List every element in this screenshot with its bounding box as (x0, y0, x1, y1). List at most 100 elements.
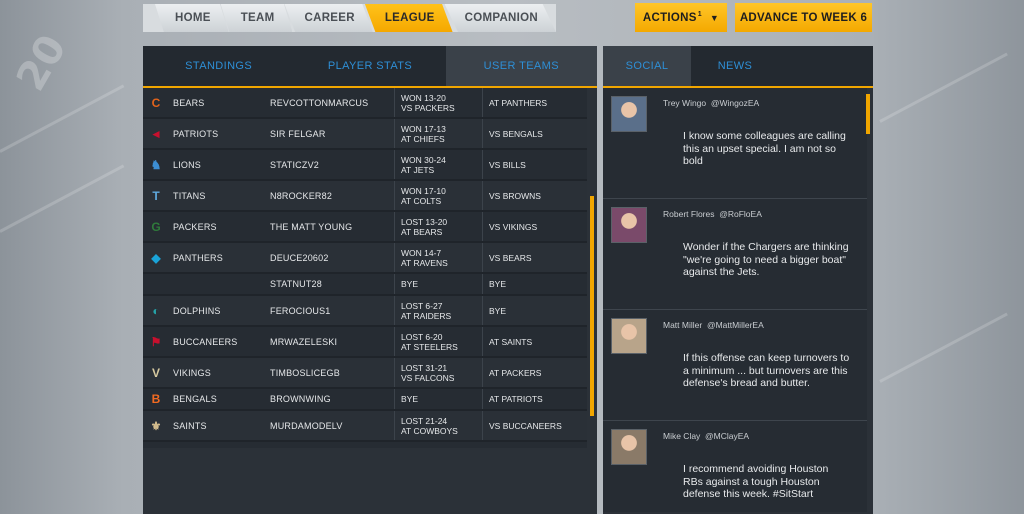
table-row[interactable]: ⚑ BUCCANEERS MRWAZELESKI LOST 6-20 AT STEELE… (143, 327, 587, 358)
social-post[interactable]: Trey Wingo @WingozEA I know some colleagu… (603, 88, 867, 199)
last-game-result: WON 17-10 (401, 185, 446, 196)
avatar (611, 318, 647, 354)
table-row[interactable]: ♞ LIONS STATICZV2 WON 30-24 AT JETS VS BILLS (143, 150, 587, 181)
next-game: VS VIKINGS (482, 212, 587, 241)
table-row[interactable]: V VIKINGS TIMBOSLICEGB LOST 31-21 VS FALCONS… (143, 358, 587, 389)
nav-tab-career[interactable]: CAREER (284, 4, 373, 32)
user-name: STATICZV2 (270, 159, 319, 170)
team-logo-icon: G (151, 219, 161, 234)
last-game-result: BYE (401, 279, 419, 289)
team-logo-icon: ◐ (152, 303, 160, 318)
next-game: AT SAINTS (482, 327, 587, 356)
actions-badge: 1 (697, 11, 702, 18)
team-logo-icon: ◆ (151, 250, 161, 265)
last-game-opponent: AT BEARS (401, 226, 443, 237)
post-text: I know some colleagues are calling this … (683, 130, 846, 167)
next-game: AT PATRIOTS (482, 389, 587, 409)
user-name: STATNUT28 (270, 279, 322, 289)
post-author: Robert Flores @RoFloEA (663, 209, 762, 219)
actions-button[interactable]: ACTIONS 1 ▼ (635, 3, 727, 32)
social-post[interactable]: Matt Miller @MattMillerEA If this offense… (603, 310, 867, 421)
feed-scrollbar[interactable] (866, 94, 870, 134)
post-author: Mike Clay @MClayEA (663, 431, 749, 441)
nav-tab-team[interactable]: TEAM (220, 4, 293, 32)
last-game-opponent: AT RAIDERS (401, 310, 452, 321)
last-game: WON 13-20 VS PACKERS (394, 88, 482, 117)
team-name: BENGALS (173, 394, 217, 404)
last-game-opponent: AT COLTS (401, 195, 442, 206)
table-row[interactable]: ◄ PATRIOTS SIR FELGAR WON 17-13 AT CHIEFS VS … (143, 119, 587, 150)
user-name: MRWAZELESKI (270, 336, 338, 347)
table-scrollbar[interactable] (590, 196, 594, 416)
user-name: N8ROCKER82 (270, 190, 333, 201)
table-row[interactable]: ◐ DOLPHINS FEROCIOUS1 LOST 6-27 AT RAIDERS BY… (143, 296, 587, 327)
team-name: TITANS (173, 190, 206, 201)
next-game: VS BENGALS (482, 119, 587, 148)
table-row[interactable]: C BEARS REVCOTTONMARCUS WON 13-20 VS PACKERS… (143, 88, 587, 119)
post-author: Matt Miller @MattMillerEA (663, 320, 764, 330)
team-logo-icon: ⚜ (150, 418, 162, 433)
table-row[interactable]: STATNUT28 BYE BYE (143, 274, 587, 296)
team-logo-icon: T (152, 188, 160, 203)
tab-standings[interactable]: STANDINGS (143, 46, 294, 86)
author-name: Mike Clay (663, 431, 701, 441)
tab-user-teams[interactable]: USER TEAMS (445, 46, 597, 86)
user-name: REVCOTTONMARCUS (270, 97, 369, 108)
last-game: LOST 6-20 AT STEELERS (394, 327, 482, 356)
next-game: VS BEARS (482, 243, 587, 272)
next-game: VS BUCCANEERS (482, 411, 587, 440)
tab-social[interactable]: SOCIAL (603, 46, 691, 86)
team-name: BEARS (173, 97, 205, 108)
table-row[interactable]: G PACKERS THE MATT YOUNG LOST 13-20 AT BEARS… (143, 212, 587, 243)
social-post[interactable]: Robert Flores @RoFloEA Wonder if the Char… (603, 199, 867, 310)
author-name: Matt Miller (663, 320, 703, 330)
last-game: LOST 6-27 AT RAIDERS (394, 296, 482, 325)
last-game-opponent: AT STEELERS (401, 341, 458, 352)
next-game: BYE (482, 296, 587, 325)
main-nav: HOME TEAM CAREER LEAGUE COMPANION (143, 4, 556, 32)
last-game: BYE (394, 274, 482, 294)
last-game-result: LOST 31-21 (401, 362, 448, 373)
last-game: LOST 31-21 VS FALCONS (394, 358, 482, 387)
social-feed: Trey Wingo @WingozEA I know some colleagu… (603, 88, 867, 512)
last-game-result: WON 17-13 (401, 123, 446, 134)
author-name: Trey Wingo (663, 98, 707, 108)
team-name: BUCCANEERS (173, 336, 238, 347)
next-game: VS BROWNS (482, 181, 587, 210)
advance-week-button[interactable]: ADVANCE TO WEEK 6 (735, 3, 872, 32)
last-game-result: BYE (401, 394, 419, 404)
author-handle: @RoFloEA (719, 209, 762, 219)
league-panel: STANDINGS PLAYER STATS USER TEAMS C BEARS… (143, 46, 597, 514)
last-game: WON 17-13 AT CHIEFS (394, 119, 482, 148)
last-game: LOST 21-24 AT COWBOYS (394, 411, 482, 440)
last-game: LOST 13-20 AT BEARS (394, 212, 482, 241)
team-logo-icon: ♞ (150, 157, 162, 172)
table-row[interactable]: T TITANS N8ROCKER82 WON 17-10 AT COLTS VS BRO… (143, 181, 587, 212)
last-game: WON 14-7 AT RAVENS (394, 243, 482, 272)
social-post[interactable]: Mike Clay @MClayEA I recommend avoiding H… (603, 421, 867, 512)
post-text: If this offense can keep turnovers to a … (683, 352, 850, 389)
field-line (0, 84, 125, 153)
next-game: AT PACKERS (482, 358, 587, 387)
table-row[interactable]: ◆ PANTHERS DEUCE20602 WON 14-7 AT RAVENS VS B… (143, 243, 587, 274)
table-row[interactable]: ⚜ SAINTS MURDAMODELV LOST 21-24 AT COWBOYS VS… (143, 411, 587, 442)
post-text: Wonder if the Chargers are thinking "we'… (683, 241, 849, 278)
table-row[interactable]: B BENGALS BROWNWING BYE AT PATRIOTS (143, 389, 587, 411)
last-game-result: LOST 6-27 (401, 300, 443, 311)
nav-tab-home[interactable]: HOME (155, 4, 229, 32)
last-game-opponent: AT COWBOYS (401, 425, 458, 436)
nav-tab-companion[interactable]: COMPANION (444, 4, 556, 32)
nav-tab-league[interactable]: LEAGUE (364, 4, 453, 32)
team-logo-icon: B (151, 392, 161, 406)
avatar (611, 96, 647, 132)
tab-news[interactable]: NEWS (691, 46, 779, 86)
tab-player-stats[interactable]: PLAYER STATS (294, 46, 445, 86)
social-panel: SOCIAL NEWS Trey Wingo @WingozEA I know s… (603, 46, 873, 514)
last-game-opponent: AT CHIEFS (401, 133, 445, 144)
last-game-opponent: VS PACKERS (401, 102, 455, 113)
next-game: AT PANTHERS (482, 88, 587, 117)
user-name: BROWNWING (270, 394, 331, 404)
table-row[interactable] (143, 442, 587, 448)
team-logo-icon: ⚑ (150, 334, 162, 349)
field-line (879, 312, 1008, 383)
